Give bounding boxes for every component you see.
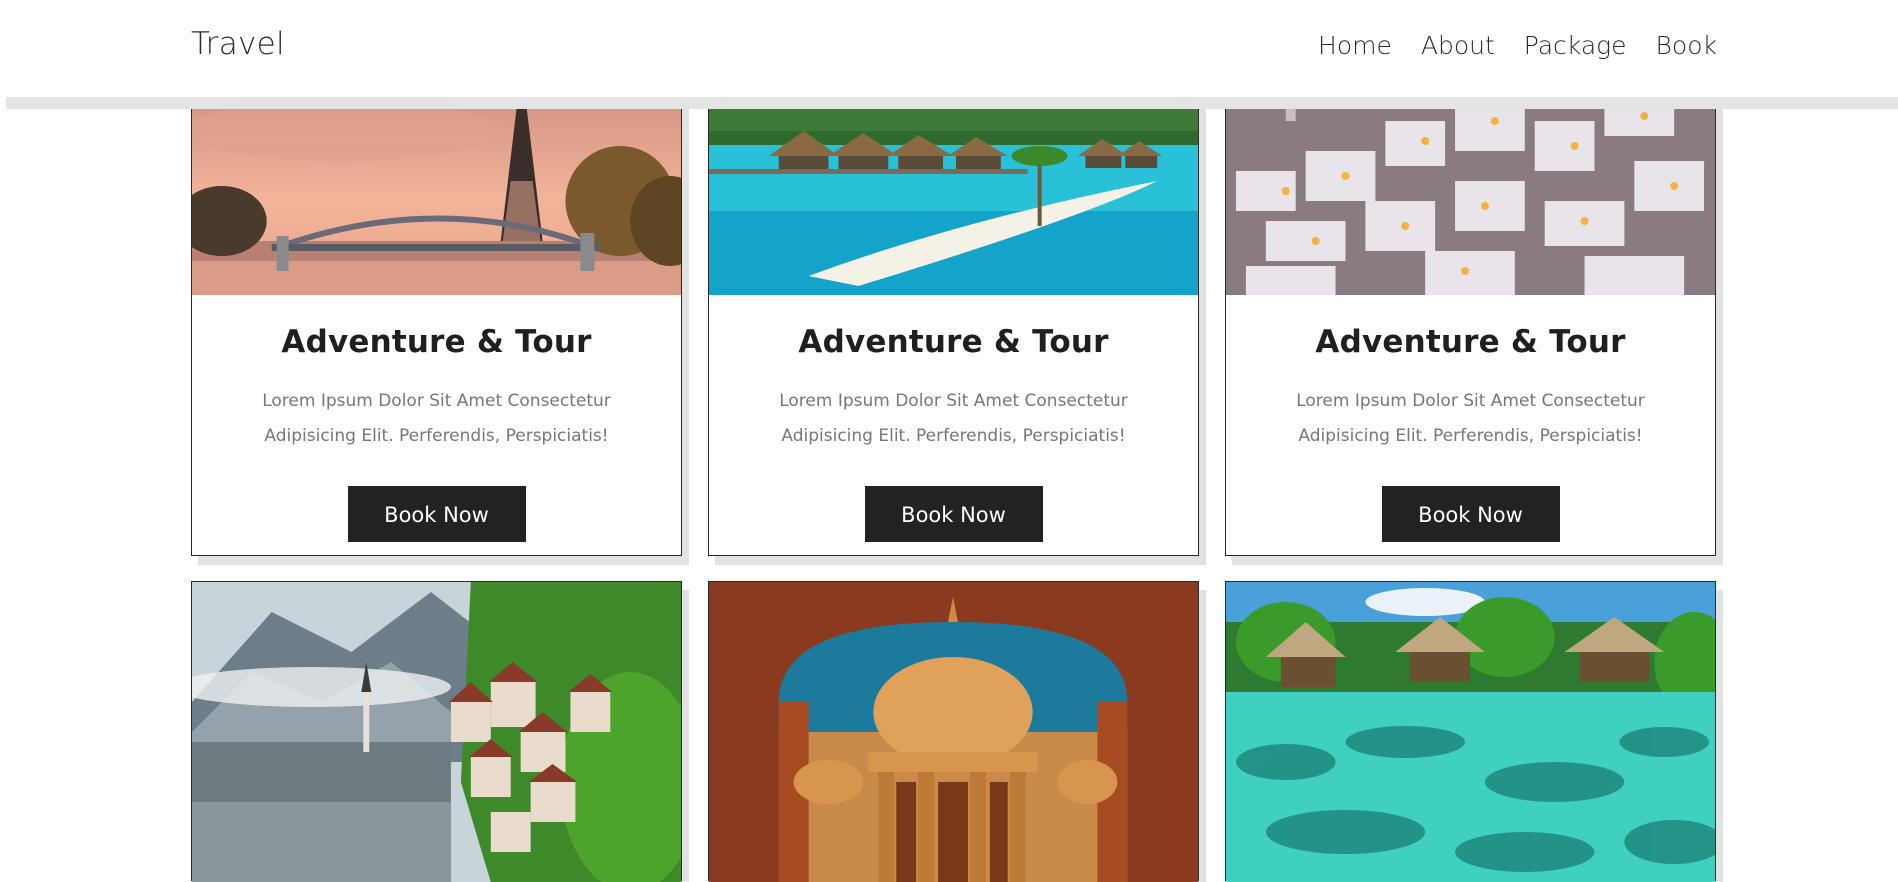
main-nav: Home About Package Book — [1318, 31, 1717, 60]
nav-package-link[interactable]: Package — [1524, 31, 1627, 60]
book-now-button[interactable]: Book Now — [1381, 486, 1560, 542]
card-description: Lorem Ipsum Dolor Sit Amet Consectetur A… — [779, 391, 1128, 446]
package-card — [708, 581, 1199, 882]
card-description: Lorem Ipsum Dolor Sit Amet Consectetur A… — [1296, 391, 1645, 446]
card-title: Adventure & Tour — [1315, 324, 1626, 360]
package-card — [191, 581, 682, 882]
book-now-button[interactable]: Book Now — [864, 486, 1043, 542]
card-body: Adventure & Tour Lorem Ipsum Dolor Sit A… — [1226, 324, 1715, 542]
nav-book-link[interactable]: Book — [1656, 31, 1717, 60]
brand-logo[interactable]: Travel — [191, 26, 285, 62]
card-body: Adventure & Tour Lorem Ipsum Dolor Sit A… — [709, 324, 1198, 542]
header-shadow — [6, 97, 1898, 109]
card-title: Adventure & Tour — [281, 324, 592, 360]
card-description: Lorem Ipsum Dolor Sit Amet Consectetur A… — [262, 391, 611, 446]
indian-palace-chhatri-image — [709, 582, 1198, 882]
package-card: Adventure & Tour Lorem Ipsum Dolor Sit A… — [1225, 60, 1716, 556]
package-card: Adventure & Tour Lorem Ipsum Dolor Sit A… — [708, 60, 1199, 556]
book-now-button[interactable]: Book Now — [347, 486, 526, 542]
package-card: Adventure & Tour Lorem Ipsum Dolor Sit A… — [191, 60, 682, 556]
site-header: Travel Home About Package Book — [0, 0, 1898, 97]
hallstatt-lake-village-image — [192, 582, 681, 882]
card-title: Adventure & Tour — [798, 324, 1109, 360]
nav-about-link[interactable]: About — [1421, 31, 1495, 60]
nav-home-link[interactable]: Home — [1318, 31, 1392, 60]
card-body: Adventure & Tour Lorem Ipsum Dolor Sit A… — [192, 324, 681, 542]
coral-lagoon-huts-image — [1226, 582, 1715, 882]
package-card — [1225, 581, 1716, 882]
